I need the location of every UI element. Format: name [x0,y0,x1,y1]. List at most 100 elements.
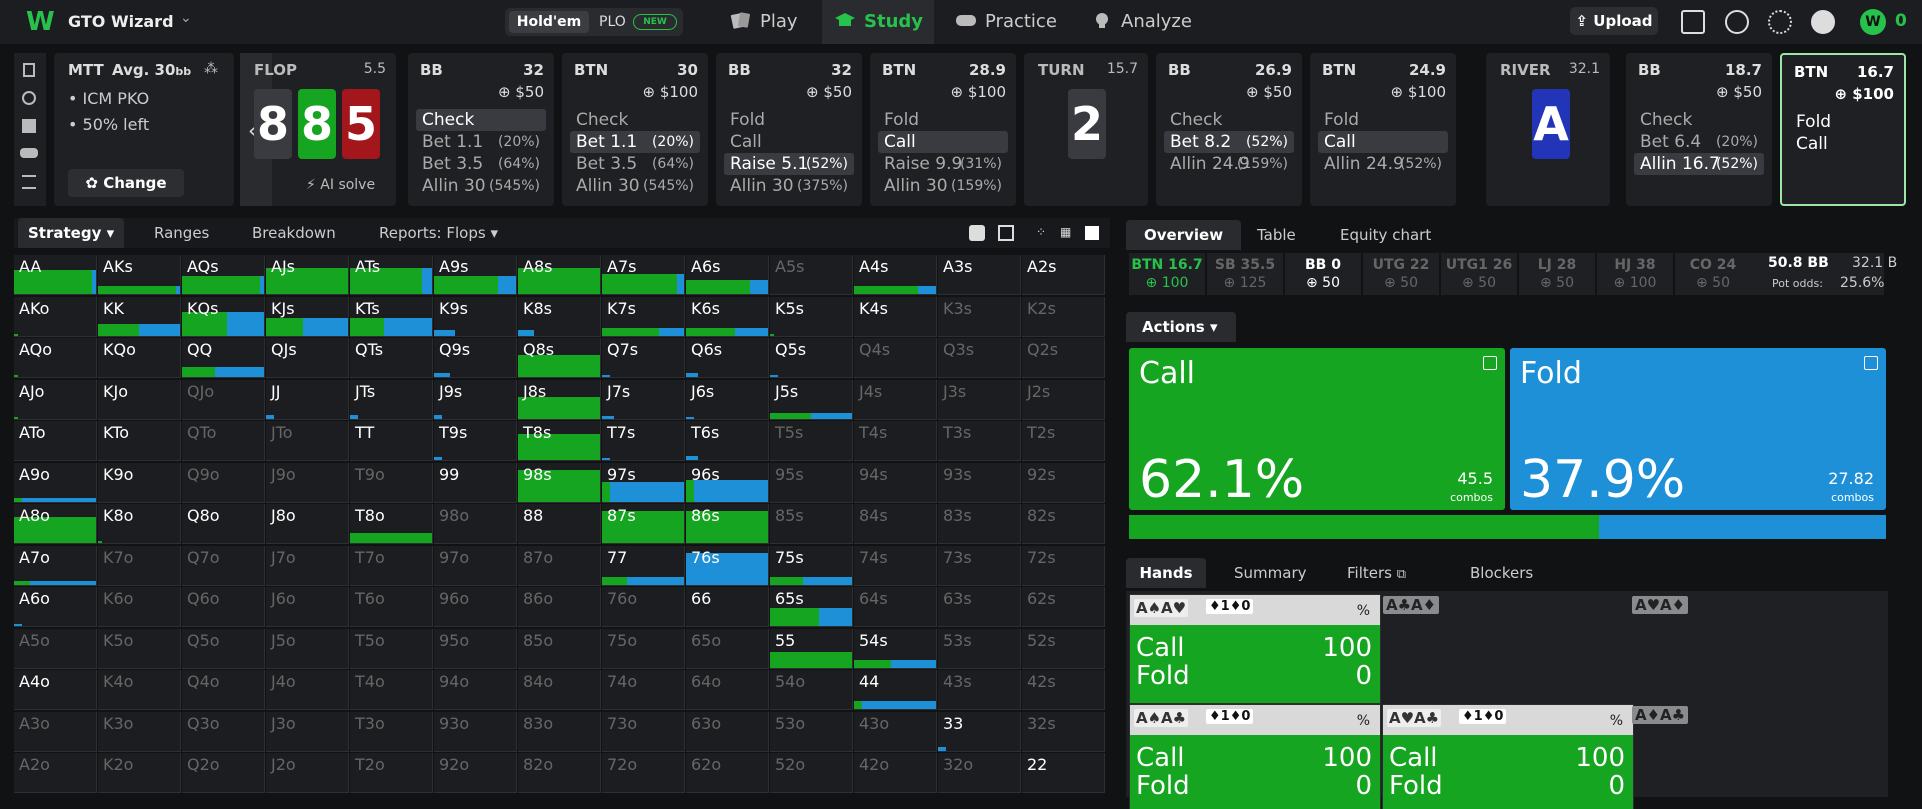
empty-hand-cards[interactable]: A♦A♣ [1632,706,1689,724]
hand-cell-A5o[interactable]: A5o [14,628,97,669]
hand-cell-T3o[interactable]: T3o [350,711,433,752]
cube-icon[interactable] [969,225,985,241]
action-allin[interactable]: Allin 30 (375%) [724,175,854,197]
tab-breakdown[interactable]: Breakdown [252,218,336,248]
action-fold[interactable]: Fold [878,109,1008,131]
hand-cell-72o[interactable]: 72o [602,753,685,793]
note-icon[interactable] [1864,356,1878,370]
hand-cell-AJs[interactable]: AJs [266,255,349,295]
user-avatar-icon[interactable] [1811,10,1835,34]
player-seat[interactable]: UTG1 26 ⊕ 50 [1441,253,1517,295]
hand-cell-A8s[interactable]: A8s [518,255,601,295]
action-bet-mid[interactable]: Bet 3.5 (64%) [416,153,546,175]
hand-cell-ATs[interactable]: ATs [350,255,433,295]
hand-cell-Q6s[interactable]: Q6s [686,338,769,378]
hand-cell-J7s[interactable]: J7s [602,379,685,420]
hand-cell-ATo[interactable]: ATo [14,421,97,461]
hand-cell-A3o[interactable]: A3o [14,711,97,752]
hand-cell-KTo[interactable]: KTo [98,421,181,461]
hand-cell-A6o[interactable]: A6o [14,587,97,627]
hand-cell-86o[interactable]: 86o [518,587,601,627]
action-bet-small[interactable]: Bet 1.1 (20%) [570,131,700,153]
hand-cell-53o[interactable]: 53o [770,711,853,752]
hand-cell-KJs[interactable]: KJs [266,296,349,337]
hand-cell-A9s[interactable]: A9s [434,255,517,295]
tab-overview[interactable]: Overview [1126,220,1242,250]
save-icon[interactable] [22,119,36,133]
hand-cell-AQo[interactable]: AQo [14,338,97,378]
hand-cell-K6o[interactable]: K6o [98,587,181,627]
action-allin[interactable]: Allin 30 (545%) [416,175,546,197]
hand-cell-92s[interactable]: 92s [1022,462,1105,503]
hand-cell-K8o[interactable]: K8o [98,504,181,544]
square-icon[interactable] [1085,226,1099,240]
hand-cell-Q6o[interactable]: Q6o [182,587,265,627]
action-check[interactable]: Check [416,109,546,131]
hand-cell-96s[interactable]: 96s [686,462,769,503]
hand-cell-73s[interactable]: 73s [938,545,1021,586]
hand-cell-K9s[interactable]: K9s [434,296,517,337]
hand-cell-A8o[interactable]: A8o [14,504,97,544]
hand-cell-52o[interactable]: 52o [770,753,853,793]
ai-solve-button[interactable]: ⚡ AI solve [306,177,375,193]
percent-toggle[interactable]: % [1357,603,1370,619]
hand-cell-AA[interactable]: AA [14,255,97,295]
hand-cell-42o[interactable]: 42o [854,753,937,793]
action-card-btn-2[interactable]: BTN 28.9 ⊕ $100 Fold Call Raise 9.9 (31%)… [870,53,1016,206]
hand-cell-A5s[interactable]: A5s [770,255,853,295]
action-allin[interactable]: Allin 16.7 (52%) [1634,153,1764,175]
hand-cell-Q5s[interactable]: Q5s [770,338,853,378]
hand-cell-T7o[interactable]: T7o [350,545,433,586]
hand-cell-Q7s[interactable]: Q7s [602,338,685,378]
hand-cell-55[interactable]: 55 [770,628,853,669]
empty-hand-cards[interactable]: A♥A♦ [1632,596,1689,614]
hand-cell-KTs[interactable]: KTs [350,296,433,337]
hand-cell-72s[interactable]: 72s [1022,545,1105,586]
hand-cell-Q2s[interactable]: Q2s [1022,338,1105,378]
hand-cell-K5s[interactable]: K5s [770,296,853,337]
hand-cell-T8s[interactable]: T8s [518,421,601,461]
action-card-bb-1[interactable]: BB 32 ⊕ $50 Check Bet 1.1 (20%) Bet 3.5 (6… [408,53,554,206]
screenshot-icon[interactable] [1681,10,1705,34]
hand-cell-T4o[interactable]: T4o [350,670,433,710]
river-card[interactable]: RIVER 32.1 A [1486,53,1610,206]
hand-cell-98o[interactable]: 98o [434,504,517,544]
hand-cell-T2o[interactable]: T2o [350,753,433,793]
action-allin[interactable]: Allin 30 (159%) [878,175,1008,197]
hand-cell-93o[interactable]: 93o [434,711,517,752]
empty-hand-cards[interactable]: A♣A♦ [1383,596,1440,614]
hand-cell-AKs[interactable]: AKs [98,255,181,295]
hand-cell-J7o[interactable]: J7o [266,545,349,586]
hand-cell-22[interactable]: 22 [1022,753,1105,793]
hand-cell-T7s[interactable]: T7s [602,421,685,461]
hand-cell-52s[interactable]: 52s [1022,628,1105,669]
hand-cell-63s[interactable]: 63s [938,587,1021,627]
hand-cell-95o[interactable]: 95o [434,628,517,669]
chips-icon[interactable]: ⁂ [204,61,220,77]
hand-cell-T4s[interactable]: T4s [854,421,937,461]
player-seat[interactable]: CO 24 ⊕ 50 [1675,253,1751,295]
hand-cell-32s[interactable]: 32s [1022,711,1105,752]
tab-blockers[interactable]: Blockers [1470,558,1533,588]
hand-cell-93s[interactable]: 93s [938,462,1021,503]
action-check[interactable]: Check [1634,109,1764,131]
hand-cell-JJ[interactable]: JJ [266,379,349,420]
hand-cell-83o[interactable]: 83o [518,711,601,752]
hand-cell-85o[interactable]: 85o [518,628,601,669]
compact-icon[interactable]: ⁘ [1036,225,1052,241]
help-icon[interactable] [1725,10,1749,34]
action-fold[interactable]: Fold [1790,111,1896,133]
action-card-bb-2[interactable]: BB 32 ⊕ $50 Fold Call Raise 5.1 (52%) All… [716,53,862,206]
hand-cell-96o[interactable]: 96o [434,587,517,627]
hand-cell-TT[interactable]: TT [350,421,433,461]
hand-cell-53s[interactable]: 53s [938,628,1021,669]
hand-cell-K7o[interactable]: K7o [98,545,181,586]
hand-cell-T6o[interactable]: T6o [350,587,433,627]
hand-cell-73o[interactable]: 73o [602,711,685,752]
hand-cell-K3s[interactable]: K3s [938,296,1021,337]
hand-cell-AQs[interactable]: AQs [182,255,265,295]
hand-cell-KJo[interactable]: KJo [98,379,181,420]
hand-cell-95s[interactable]: 95s [770,462,853,503]
hand-cell-JTs[interactable]: JTs [350,379,433,420]
hand-cell-Q3o[interactable]: Q3o [182,711,265,752]
